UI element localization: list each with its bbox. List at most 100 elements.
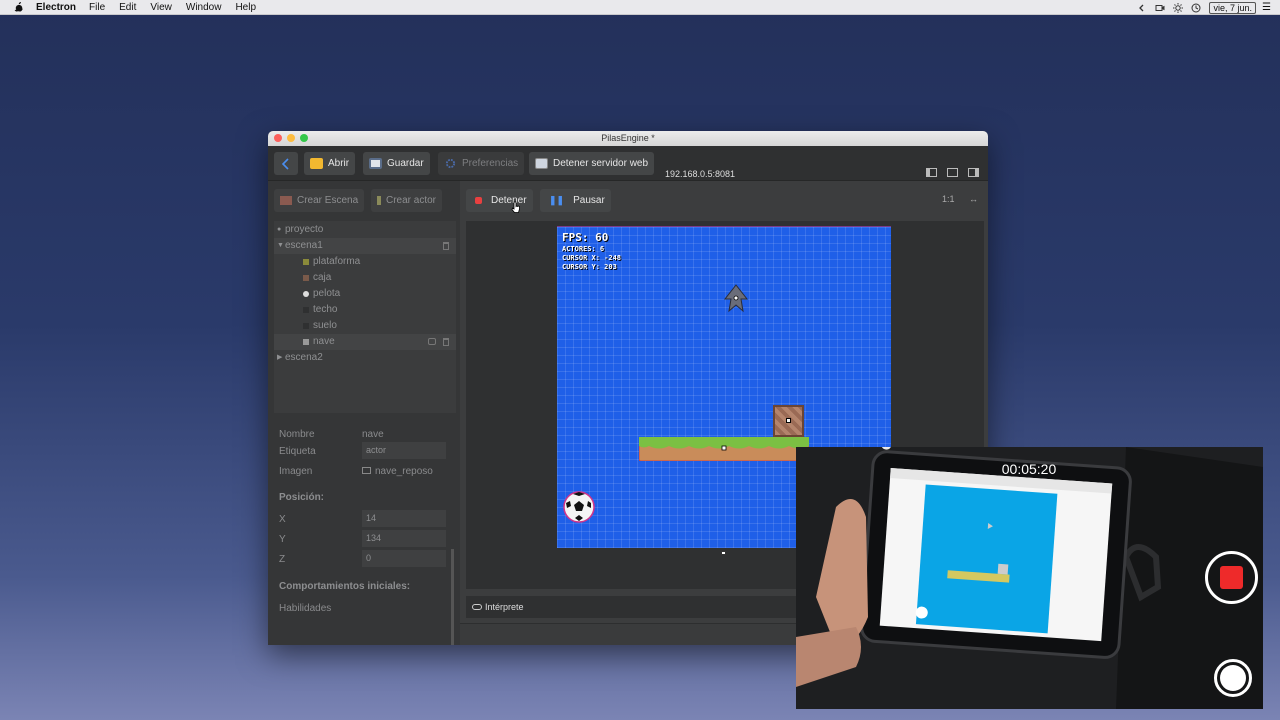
tag-field[interactable]: actor: [362, 442, 446, 459]
duplicate-icon[interactable]: [428, 338, 436, 345]
image-label: Imagen: [279, 466, 313, 477]
skills-label: Habilidades: [279, 603, 332, 614]
ship-actor[interactable]: [723, 283, 749, 313]
tree-item-actor[interactable]: pelota: [274, 286, 456, 302]
box-actor[interactable]: [773, 405, 804, 437]
create-scene-label: Crear Escena: [297, 195, 359, 206]
tree-item-label: suelo: [313, 320, 337, 331]
actor-image-icon: [303, 291, 309, 297]
wand-icon: [377, 196, 381, 205]
name-label: Nombre: [279, 429, 315, 440]
position-title: Posición:: [279, 492, 325, 503]
mouse-cursor-icon: [511, 201, 520, 213]
menu-app-name[interactable]: Electron: [36, 2, 76, 13]
image-selector[interactable]: nave_reposo: [362, 466, 433, 477]
chevron-right-icon[interactable]: ▶: [277, 350, 282, 366]
tree-item-actor-selected[interactable]: nave: [274, 334, 456, 350]
create-actor-button[interactable]: Crear actor: [371, 189, 443, 212]
close-window-button[interactable]: [274, 134, 282, 142]
window-title: PilasEngine *: [601, 133, 655, 143]
tree-item-scene2[interactable]: ▶ escena2: [274, 350, 456, 366]
chevron-left-icon[interactable]: [1137, 3, 1147, 13]
brightness-icon[interactable]: [1173, 2, 1184, 13]
menu-window[interactable]: Window: [186, 2, 222, 13]
actor-image-icon: [303, 307, 309, 313]
notification-list-icon[interactable]: ☰: [1262, 2, 1274, 13]
actor-center-marker: [786, 418, 791, 423]
menu-help[interactable]: Help: [235, 2, 256, 13]
preferences-label: Preferencias: [462, 158, 519, 169]
screen-record-icon[interactable]: [1155, 3, 1165, 13]
save-label: Guardar: [387, 158, 424, 169]
window-titlebar[interactable]: PilasEngine *: [268, 131, 988, 146]
y-label: Y: [279, 534, 286, 545]
tree-item-project[interactable]: ● proyecto: [274, 222, 456, 238]
y-field[interactable]: 134: [362, 530, 446, 547]
recording-timer: 00:05:20: [1001, 461, 1057, 477]
back-button[interactable]: [274, 152, 298, 175]
trash-icon[interactable]: [443, 338, 449, 346]
tree-item-label: pelota: [313, 288, 341, 299]
fps-counter: FPS: 60: [562, 231, 609, 244]
preferences-button[interactable]: Preferencias: [438, 152, 525, 175]
create-actor-label: Crear actor: [386, 195, 437, 206]
menu-view[interactable]: View: [150, 2, 172, 13]
apple-icon[interactable]: [13, 2, 25, 12]
zoom-ratio[interactable]: 1:1: [942, 194, 955, 204]
server-address: 192.168.0.5:8081: [665, 169, 736, 179]
tree-item-actor[interactable]: techo: [274, 302, 456, 318]
ball-actor[interactable]: [563, 491, 595, 523]
floppy-icon: [369, 158, 382, 169]
cursor-x-readout: CURSOR X: -248: [562, 254, 622, 262]
shutter-icon: [1220, 665, 1246, 691]
chevron-down-icon[interactable]: ▼: [277, 238, 284, 254]
stop-square-icon: [1220, 566, 1243, 589]
shutter-button[interactable]: [1214, 659, 1252, 697]
time-machine-icon[interactable]: [1191, 3, 1201, 13]
tree-item-scene1[interactable]: ▼ escena1: [274, 238, 456, 254]
pause-button[interactable]: ❚❚ Pausar: [540, 189, 611, 212]
canvas-origin-marker: [721, 551, 726, 555]
gear-icon: [445, 158, 456, 169]
tag-label: Etiqueta: [279, 446, 316, 457]
tree-item-label: techo: [313, 304, 338, 315]
record-stop-button[interactable]: [1205, 551, 1258, 604]
minimize-window-button[interactable]: [287, 134, 295, 142]
properties-scrollbar[interactable]: [451, 549, 454, 645]
stop-web-server-label: Detener servidor web: [553, 158, 649, 169]
platform-actor[interactable]: [639, 437, 809, 461]
layout-left-panel-icon[interactable]: [926, 168, 937, 177]
menubar-date[interactable]: vie, 7 jun.: [1209, 1, 1256, 14]
pause-label: Pausar: [573, 195, 605, 206]
save-button[interactable]: Guardar: [363, 152, 430, 175]
layout-center-icon[interactable]: [947, 168, 958, 177]
project-tree: ● proyecto ▼ escena1 plataforma caja pel…: [274, 221, 456, 413]
layout-right-panel-icon[interactable]: [968, 168, 979, 177]
tree-item-actor[interactable]: plataforma: [274, 254, 456, 270]
stop-web-server-button[interactable]: Detener servidor web: [529, 152, 655, 175]
menu-file[interactable]: File: [89, 2, 105, 13]
z-field[interactable]: 0: [362, 550, 446, 567]
stop-button[interactable]: Detener: [466, 189, 533, 212]
mac-menubar: Electron File Edit View Window Help vie,…: [0, 0, 1280, 15]
terminal-icon: [472, 604, 482, 610]
cursor-y-readout: CURSOR Y: 203: [562, 263, 617, 271]
tree-item-actor[interactable]: caja: [274, 270, 456, 286]
tree-item-actor[interactable]: suelo: [274, 318, 456, 334]
actor-image-icon: [303, 339, 309, 345]
tablet-camera-photo: [796, 447, 1263, 709]
trash-icon[interactable]: [443, 242, 449, 250]
x-field[interactable]: 14: [362, 510, 446, 527]
zoom-window-button[interactable]: [300, 134, 308, 142]
menu-edit[interactable]: Edit: [119, 2, 136, 13]
interpreter-tab[interactable]: Intérprete: [466, 596, 806, 618]
top-toolbar: Abrir Guardar Preferencias Detener servi…: [268, 146, 988, 181]
actor-image-icon: [303, 275, 309, 281]
stop-icon: [475, 197, 482, 204]
menubar-status-area: vie, 7 jun. ☰: [1137, 0, 1280, 15]
name-value[interactable]: nave: [362, 429, 384, 440]
open-button[interactable]: Abrir: [304, 152, 356, 175]
create-scene-button[interactable]: Crear Escena: [274, 189, 365, 212]
expand-icon[interactable]: ↔: [969, 194, 978, 204]
interpreter-label: Intérprete: [485, 602, 524, 612]
